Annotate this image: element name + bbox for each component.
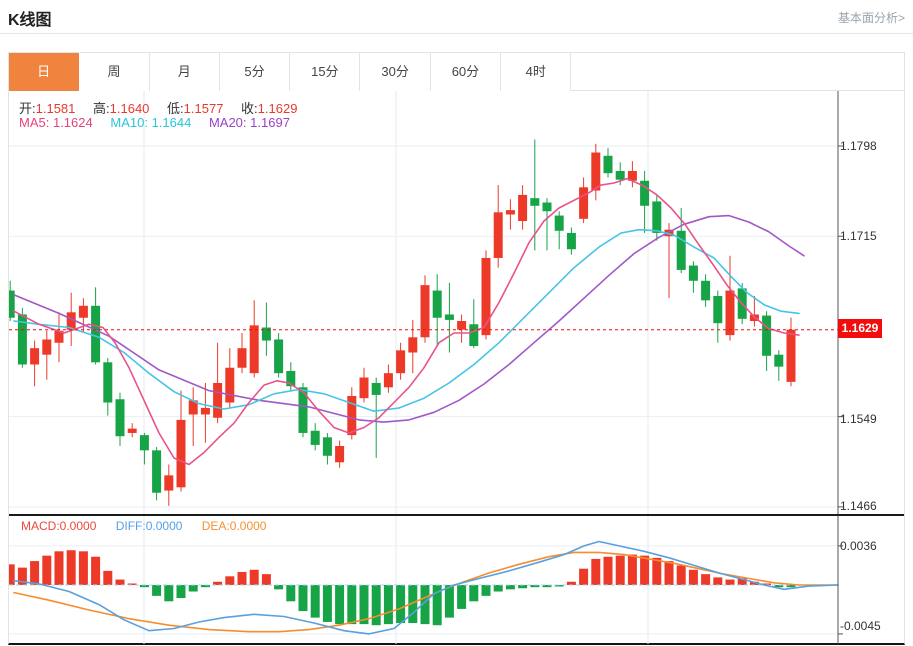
close-label: 收: bbox=[241, 101, 258, 116]
ma5-value: 1.1624 bbox=[53, 115, 93, 130]
last-price-tag: 1.1629 bbox=[838, 319, 882, 338]
low-value: 1.1577 bbox=[184, 101, 224, 116]
ma5-label: MA5: bbox=[19, 115, 49, 130]
macd-axis-bottom-label: -0.0045 bbox=[840, 618, 902, 634]
tab-month[interactable]: 月 bbox=[150, 53, 220, 91]
macd-histogram-layer bbox=[9, 550, 795, 625]
price-axis-label: 1.1549 bbox=[840, 411, 902, 427]
ma10-label: MA10: bbox=[110, 115, 148, 130]
page-title: K线图 bbox=[8, 6, 52, 30]
open-value: 1.1581 bbox=[36, 101, 76, 116]
chart-container: 日周月5分15分30分60分4时 开:1.1581 高:1.1640 低:1.1… bbox=[8, 52, 905, 645]
ma20-value: 1.1697 bbox=[250, 115, 290, 130]
tab-30min[interactable]: 30分 bbox=[360, 53, 430, 91]
ma-lines-layer bbox=[14, 179, 804, 465]
ma10-value: 1.1644 bbox=[152, 115, 192, 130]
macd-label: MACD: bbox=[21, 519, 60, 533]
period-tab-bar: 日周月5分15分30分60分4时 bbox=[9, 53, 904, 91]
price-axis-label: 1.1715 bbox=[840, 228, 902, 244]
tab-15min[interactable]: 15分 bbox=[290, 53, 360, 91]
macd-axis-top-label: 0.0036 bbox=[840, 538, 902, 554]
dea-label: DEA: bbox=[202, 519, 230, 533]
open-label: 开: bbox=[19, 101, 36, 116]
close-value: 1.1629 bbox=[258, 101, 298, 116]
ma20-label: MA20: bbox=[209, 115, 247, 130]
tab-60min[interactable]: 60分 bbox=[431, 53, 501, 91]
tab-5min[interactable]: 5分 bbox=[220, 53, 290, 91]
tab-bar-filler bbox=[571, 53, 904, 90]
high-label: 高: bbox=[93, 101, 110, 116]
high-value: 1.1640 bbox=[110, 101, 150, 116]
macd-value: 0.0000 bbox=[60, 519, 97, 533]
kline-page: K线图 基本面分析> 日周月5分15分30分60分4时 开:1.1581 高:1… bbox=[0, 0, 913, 646]
tab-4hour[interactable]: 4时 bbox=[501, 53, 571, 91]
title-divider bbox=[0, 33, 913, 34]
price-axis-label: 1.1466 bbox=[840, 498, 902, 514]
low-label: 低: bbox=[167, 101, 184, 116]
macd-chart[interactable] bbox=[9, 516, 904, 644]
tab-day[interactable]: 日 bbox=[9, 53, 79, 91]
tab-week[interactable]: 周 bbox=[79, 53, 149, 91]
fundamental-analysis-link[interactable]: 基本面分析> bbox=[838, 9, 905, 26]
dea-value: 0.0000 bbox=[230, 519, 267, 533]
ma-legend: MA5: 1.1624 MA10: 1.1644 MA20: 1.1697 bbox=[19, 115, 304, 130]
diff-value: 0.0000 bbox=[146, 519, 183, 533]
macd-legend: MACD:0.0000 DIFF:0.0000 DEA:0.0000 bbox=[21, 519, 282, 533]
candlestick-chart[interactable] bbox=[9, 91, 904, 514]
price-axis-label: 1.1798 bbox=[840, 138, 902, 154]
diff-label: DIFF: bbox=[116, 519, 146, 533]
candles-layer bbox=[9, 139, 795, 505]
